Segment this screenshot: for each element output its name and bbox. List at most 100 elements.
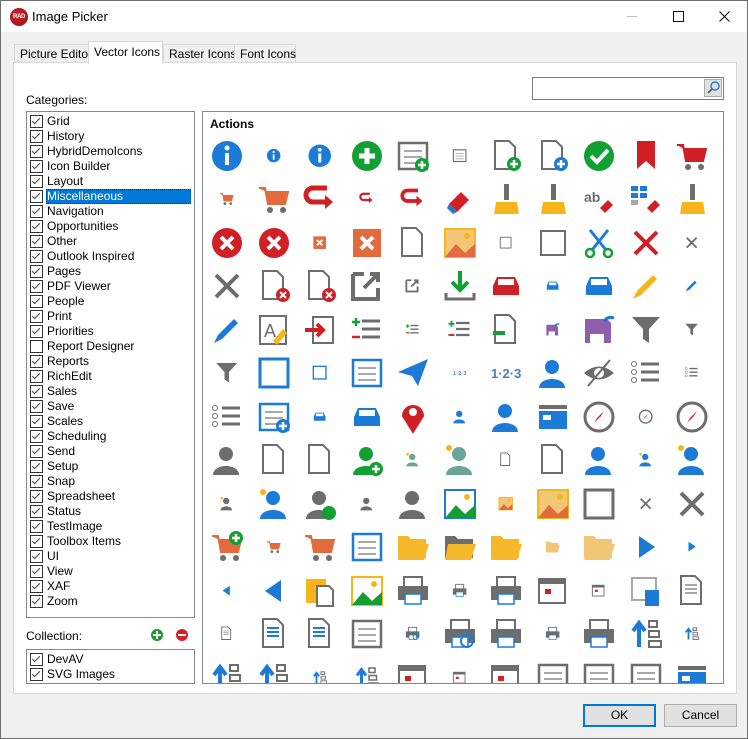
- icon-cell[interactable]: [530, 569, 576, 612]
- icon-cell[interactable]: [204, 265, 250, 308]
- icon-cell[interactable]: [483, 656, 529, 683]
- checkbox[interactable]: [30, 475, 43, 488]
- icon-cell[interactable]: [390, 352, 436, 395]
- checkbox[interactable]: [30, 460, 43, 473]
- tab-raster-icons[interactable]: Raster Icons: [163, 44, 236, 63]
- icon-cell[interactable]: [669, 178, 715, 221]
- icon-cell[interactable]: [297, 265, 343, 308]
- list-item[interactable]: Status: [28, 504, 191, 519]
- icon-cell[interactable]: [390, 656, 436, 683]
- list-item[interactable]: Scheduling: [28, 429, 191, 444]
- checkbox[interactable]: [30, 355, 43, 368]
- icon-cell[interactable]: [669, 526, 715, 569]
- icon-cell[interactable]: [576, 569, 622, 612]
- checkbox[interactable]: [30, 490, 43, 503]
- icon-cell[interactable]: [530, 526, 576, 569]
- icon-cell[interactable]: [344, 526, 390, 569]
- icon-cell[interactable]: [251, 134, 297, 177]
- icon-cell[interactable]: [204, 134, 250, 177]
- icon-cell[interactable]: [390, 613, 436, 656]
- icon-cell[interactable]: [204, 656, 250, 683]
- checkbox[interactable]: [30, 220, 43, 233]
- checkbox[interactable]: [30, 505, 43, 518]
- icon-cell[interactable]: [576, 134, 622, 177]
- icon-cell[interactable]: [623, 352, 669, 395]
- icon-cell[interactable]: [437, 308, 483, 351]
- tab-picture-editor[interactable]: Picture Editor: [14, 44, 92, 63]
- icon-cell[interactable]: [483, 526, 529, 569]
- tab-vector-icons[interactable]: Vector Icons: [88, 41, 163, 64]
- icon-cell[interactable]: [390, 308, 436, 351]
- checkbox[interactable]: [30, 130, 43, 143]
- categories-list[interactable]: Grid History HybridDemoIcons Icon Builder La…: [26, 111, 195, 618]
- icon-cell[interactable]: [623, 178, 669, 221]
- icon-cell[interactable]: [576, 352, 622, 395]
- icon-cell[interactable]: [297, 569, 343, 612]
- maximize-button[interactable]: [655, 1, 701, 32]
- icon-cell[interactable]: [390, 395, 436, 438]
- list-item[interactable]: Spreadsheet: [28, 489, 191, 504]
- icon-cell[interactable]: [204, 308, 250, 351]
- icon-cell[interactable]: [437, 178, 483, 221]
- icon-cell[interactable]: [483, 569, 529, 612]
- icon-cell[interactable]: [390, 265, 436, 308]
- icon-cell[interactable]: [251, 395, 297, 438]
- checkbox[interactable]: [30, 535, 43, 548]
- checkbox[interactable]: [30, 310, 43, 323]
- icon-cell[interactable]: [390, 439, 436, 482]
- icon-cell[interactable]: [530, 439, 576, 482]
- list-item[interactable]: Send: [28, 444, 191, 459]
- search-input[interactable]: [535, 79, 695, 96]
- icon-cell[interactable]: [623, 308, 669, 351]
- icon-cell[interactable]: [576, 656, 622, 683]
- checkbox[interactable]: [30, 235, 43, 248]
- list-item[interactable]: Outlook Inspired: [28, 249, 191, 264]
- icon-cell[interactable]: [297, 613, 343, 656]
- icon-cell[interactable]: [204, 178, 250, 221]
- icon-cell[interactable]: [344, 569, 390, 612]
- icon-cell[interactable]: [623, 265, 669, 308]
- icon-cell[interactable]: [483, 134, 529, 177]
- icon-cell[interactable]: [437, 482, 483, 525]
- icon-cell[interactable]: [669, 308, 715, 351]
- list-item[interactable]: Priorities: [28, 324, 191, 339]
- icon-cell[interactable]: [530, 656, 576, 683]
- list-item[interactable]: Navigation: [28, 204, 191, 219]
- icon-cell[interactable]: [390, 134, 436, 177]
- icon-cell[interactable]: [344, 265, 390, 308]
- icon-cell[interactable]: [437, 221, 483, 264]
- list-item[interactable]: PDF Viewer: [28, 279, 191, 294]
- icon-cell[interactable]: [576, 439, 622, 482]
- list-item[interactable]: Report Designer: [28, 339, 191, 354]
- ok-button[interactable]: OK: [583, 704, 656, 727]
- icon-cell[interactable]: [437, 526, 483, 569]
- icon-cell[interactable]: [437, 265, 483, 308]
- icon-cell[interactable]: [251, 439, 297, 482]
- icon-cell[interactable]: [483, 482, 529, 525]
- icon-cell[interactable]: [297, 221, 343, 264]
- icon-cell[interactable]: [623, 569, 669, 612]
- icon-cell[interactable]: [576, 221, 622, 264]
- checkbox[interactable]: [30, 653, 43, 666]
- icon-cell[interactable]: [483, 613, 529, 656]
- list-item[interactable]: Scales: [28, 414, 191, 429]
- checkbox[interactable]: [30, 565, 43, 578]
- icon-cell[interactable]: [204, 526, 250, 569]
- icon-cell[interactable]: [344, 308, 390, 351]
- icon-cell[interactable]: [623, 221, 669, 264]
- icon-cell[interactable]: [623, 613, 669, 656]
- icon-cell[interactable]: [251, 352, 297, 395]
- list-item[interactable]: UI: [28, 549, 191, 564]
- checkbox[interactable]: [30, 445, 43, 458]
- list-item[interactable]: Opportunities: [28, 219, 191, 234]
- icon-cell[interactable]: [530, 352, 576, 395]
- icon-cell[interactable]: [297, 308, 343, 351]
- icon-cell[interactable]: [390, 482, 436, 525]
- list-item[interactable]: View: [28, 564, 191, 579]
- icon-cell[interactable]: [251, 656, 297, 683]
- icon-cell[interactable]: [530, 134, 576, 177]
- list-item[interactable]: Icon Builder: [28, 159, 191, 174]
- icon-cell[interactable]: [483, 221, 529, 264]
- icon-cell[interactable]: [344, 439, 390, 482]
- icon-cell[interactable]: 1·2·3: [483, 352, 529, 395]
